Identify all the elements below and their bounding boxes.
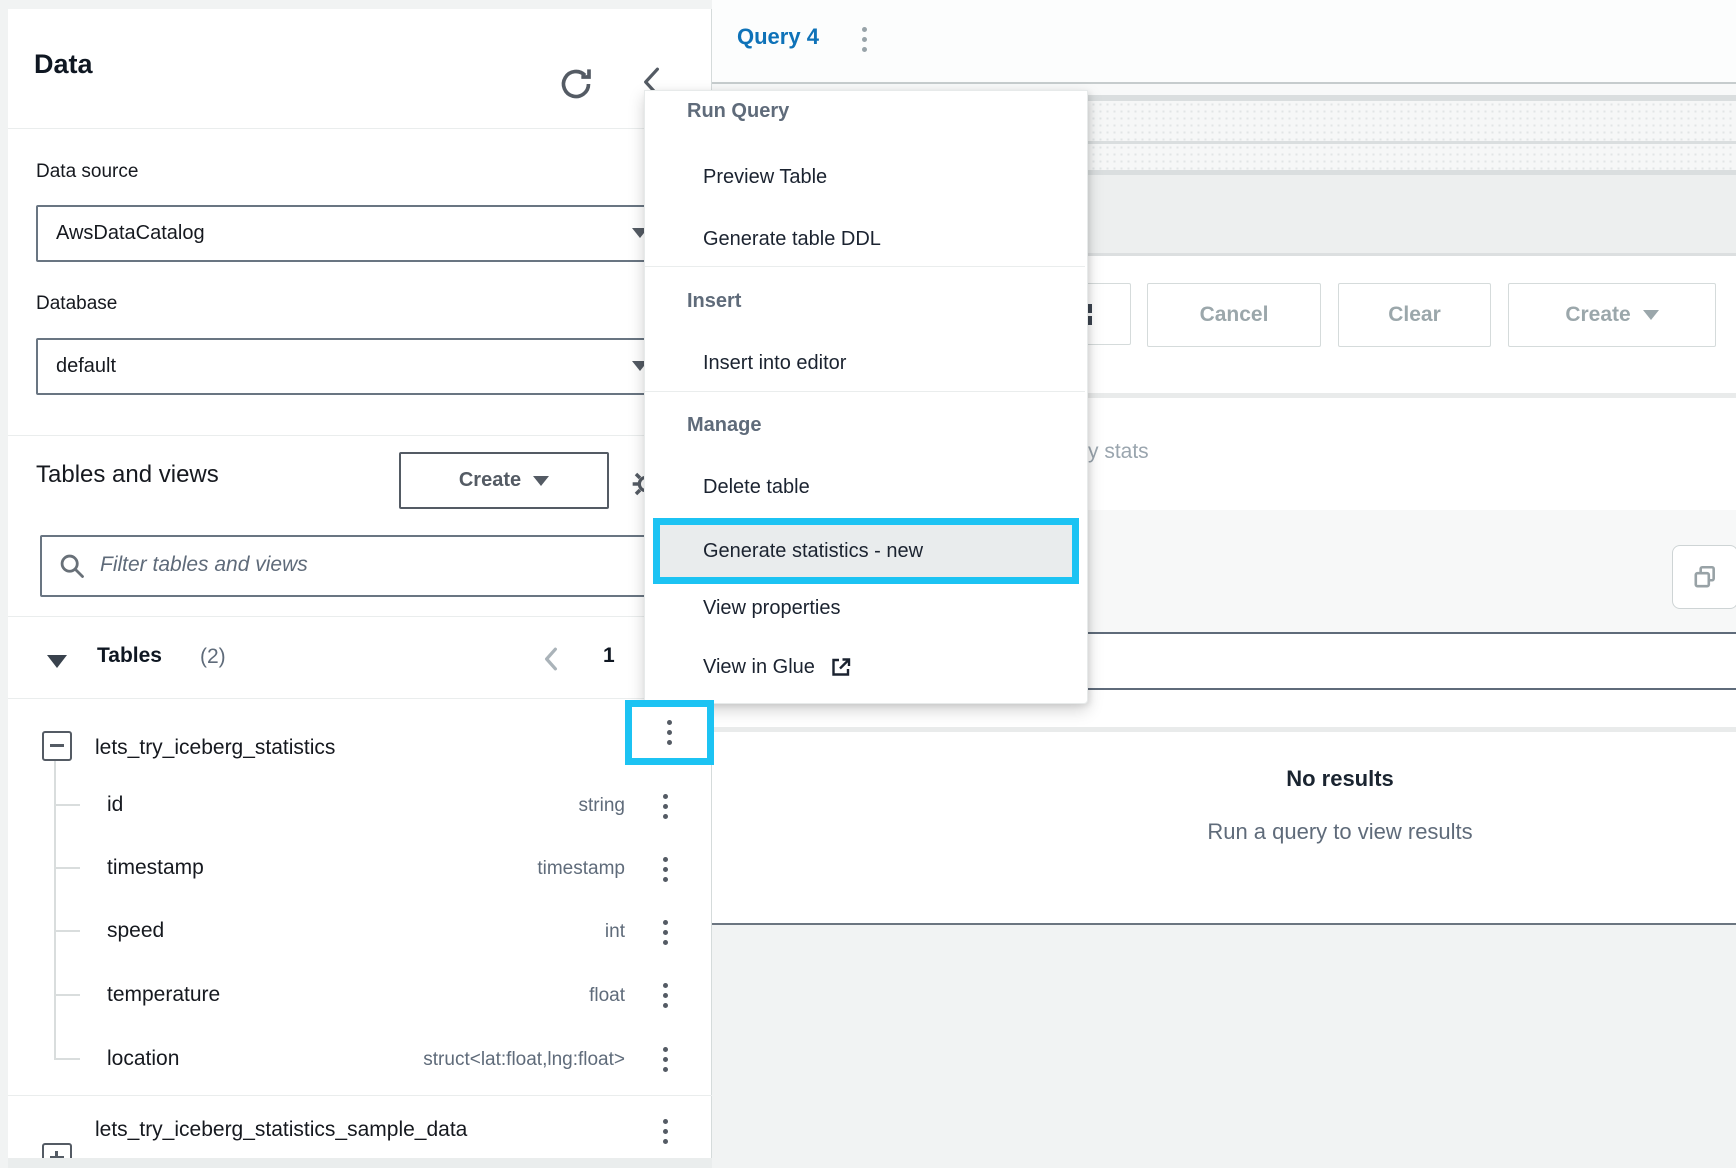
column-name: location (107, 1046, 179, 1072)
dropdown-caret-icon (533, 476, 549, 486)
tables-page-prev[interactable] (542, 647, 560, 676)
create-button-label: Create (1565, 303, 1630, 327)
menu-item-delete-table[interactable]: Delete table (703, 475, 810, 499)
external-link-icon (829, 655, 853, 679)
column-options-kebab-icon[interactable] (663, 794, 669, 819)
table-row-name[interactable]: lets_try_iceberg_statistics (95, 735, 335, 761)
column-type: struct<lat:float,lng:float> (288, 1049, 625, 1071)
filter-placeholder: Filter tables and views (100, 537, 308, 593)
panel-divider (8, 698, 712, 699)
page-prev-icon (542, 647, 560, 671)
panel-divider (8, 1095, 712, 1096)
column-type: float (288, 985, 625, 1007)
generate-statistics-highlight-box: Generate statistics - new (653, 518, 1079, 584)
copy-icon (1692, 564, 1718, 590)
tree-line (54, 994, 80, 996)
database-select[interactable]: default (36, 338, 684, 395)
column-options-kebab-icon[interactable] (663, 920, 669, 945)
column-name: speed (107, 918, 164, 944)
tree-line (54, 804, 80, 806)
table-row-name[interactable]: lets_try_iceberg_statistics_sample_data (95, 1117, 467, 1143)
column-name: id (107, 792, 123, 818)
database-label: Database (36, 292, 117, 316)
column-options-kebab-icon[interactable] (663, 1047, 669, 1072)
collapse-node-icon[interactable] (42, 731, 72, 761)
cancel-button[interactable]: Cancel (1147, 283, 1321, 347)
menu-section-header: Run Query (687, 99, 789, 123)
refresh-icon (556, 64, 596, 104)
menu-section-header: Insert (687, 289, 741, 313)
panel-divider (8, 435, 712, 436)
results-divider (712, 727, 1736, 732)
menu-item-view-properties[interactable]: View properties (703, 596, 840, 620)
menu-divider (645, 391, 1085, 392)
column-name: timestamp (107, 855, 204, 881)
column-options-kebab-icon[interactable] (663, 983, 669, 1008)
table-options-kebab-icon[interactable] (663, 1119, 669, 1144)
create-table-button[interactable]: Create (399, 452, 609, 509)
column-options-kebab-icon[interactable] (663, 857, 669, 882)
data-panel: Data Data source AwsDataCatalog Database… (8, 9, 712, 1168)
menu-section-header: Manage (687, 413, 761, 437)
no-results-title: No results (1140, 766, 1540, 792)
tables-section-label: Tables (97, 644, 162, 668)
panel-divider (8, 616, 712, 617)
column-type: int (288, 921, 625, 943)
tree-line (54, 867, 80, 869)
tables-and-views-heading: Tables and views (36, 461, 219, 489)
refresh-button[interactable] (556, 64, 596, 104)
database-value: default (56, 340, 116, 393)
menu-item-preview-table[interactable]: Preview Table (703, 165, 827, 189)
tab-options-kebab-icon[interactable] (862, 27, 868, 52)
athena-query-editor-page: Query 4 Cancel Clear Create (0, 0, 1736, 1168)
view-in-glue-label: View in Glue (703, 655, 815, 679)
dropdown-caret-icon (1643, 310, 1659, 320)
column-name: temperature (107, 982, 220, 1008)
menu-item-insert-into-editor[interactable]: Insert into editor (703, 351, 846, 375)
column-type: timestamp (288, 858, 625, 880)
table-context-menu: Run Query Preview Table Generate table D… (644, 90, 1088, 704)
menu-item-generate-table-ddl[interactable]: Generate table DDL (703, 227, 881, 251)
menu-divider (645, 266, 1085, 267)
menu-item-view-in-glue[interactable]: View in Glue (703, 655, 853, 679)
column-type: string (288, 795, 625, 817)
search-icon (58, 552, 86, 580)
query-stats-partial-text: y stats (1088, 440, 1149, 464)
no-results-subtitle: Run a query to view results (1040, 819, 1640, 845)
filter-tables-input[interactable]: Filter tables and views (40, 535, 684, 597)
copy-results-button[interactable] (1672, 545, 1736, 609)
data-source-select[interactable]: AwsDataCatalog (36, 205, 684, 262)
tree-line (54, 930, 80, 932)
create-button[interactable]: Create (1508, 283, 1716, 347)
kebab-highlight-box (625, 700, 714, 765)
tree-line (54, 1058, 80, 1060)
tables-page-number[interactable]: 1 (603, 644, 615, 668)
clear-button-label: Clear (1388, 303, 1441, 327)
data-source-value: AwsDataCatalog (56, 207, 205, 260)
panel-bottom-strip (8, 1159, 712, 1168)
table-options-kebab-icon[interactable] (667, 720, 673, 745)
panel-divider (8, 128, 712, 129)
tables-section-caret-icon[interactable] (47, 655, 67, 668)
clear-button[interactable]: Clear (1338, 283, 1491, 347)
data-source-label: Data source (36, 160, 138, 184)
menu-item-generate-statistics[interactable]: Generate statistics - new (703, 525, 923, 577)
tables-count: (2) (200, 645, 226, 669)
cancel-button-label: Cancel (1200, 303, 1269, 327)
create-table-button-label: Create (459, 469, 521, 492)
tab-query-4[interactable]: Query 4 (737, 24, 819, 50)
panel-title: Data (34, 49, 93, 80)
